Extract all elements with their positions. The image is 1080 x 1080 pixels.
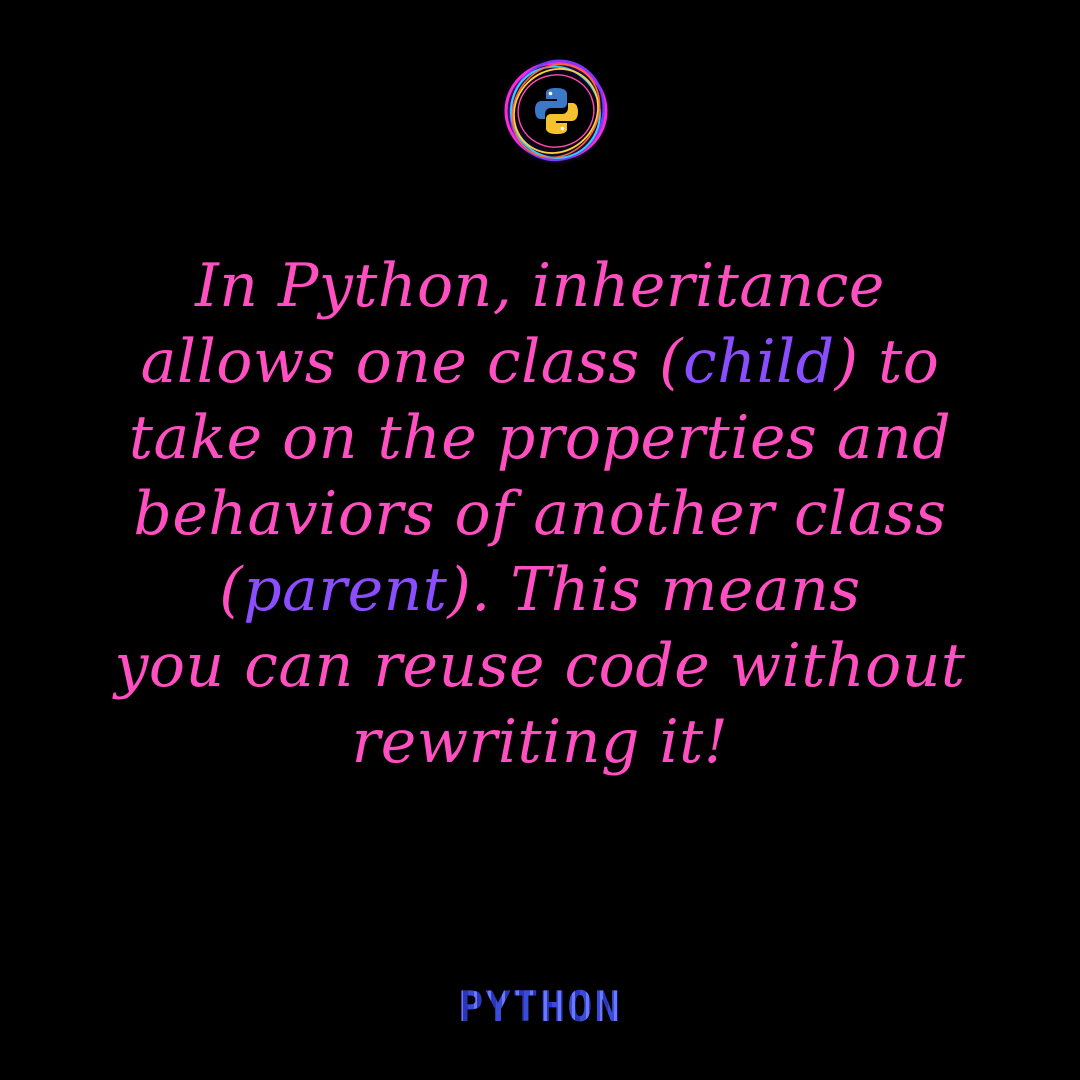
quote-line-5: (parent). This means bbox=[100, 552, 980, 628]
inheritance-quote: In Python, inheritance allows one class … bbox=[100, 248, 980, 780]
highlight-child: child bbox=[683, 327, 835, 397]
quote-line-2: allows one class (child) to bbox=[100, 324, 980, 400]
python-wordmark: PYTHON bbox=[440, 982, 640, 1032]
quote-line-2-end: ) to bbox=[834, 327, 940, 397]
quote-line-7: rewriting it! bbox=[351, 707, 729, 777]
quote-line-5-end: ). This means bbox=[447, 555, 861, 625]
quote-line-5-start: ( bbox=[219, 555, 244, 625]
quote-line-1: In Python, inheritance bbox=[195, 251, 885, 321]
quote-line-6: you can reuse code without bbox=[114, 631, 966, 701]
highlight-parent: parent bbox=[243, 555, 448, 625]
quote-line-4: behaviors of another class bbox=[133, 479, 947, 549]
quote-line-3: take on the properties and bbox=[128, 403, 952, 473]
python-logo-icon bbox=[497, 52, 615, 170]
poster: In Python, inheritance allows one class … bbox=[0, 0, 1080, 1080]
quote-line-2-start: allows one class ( bbox=[140, 327, 684, 397]
